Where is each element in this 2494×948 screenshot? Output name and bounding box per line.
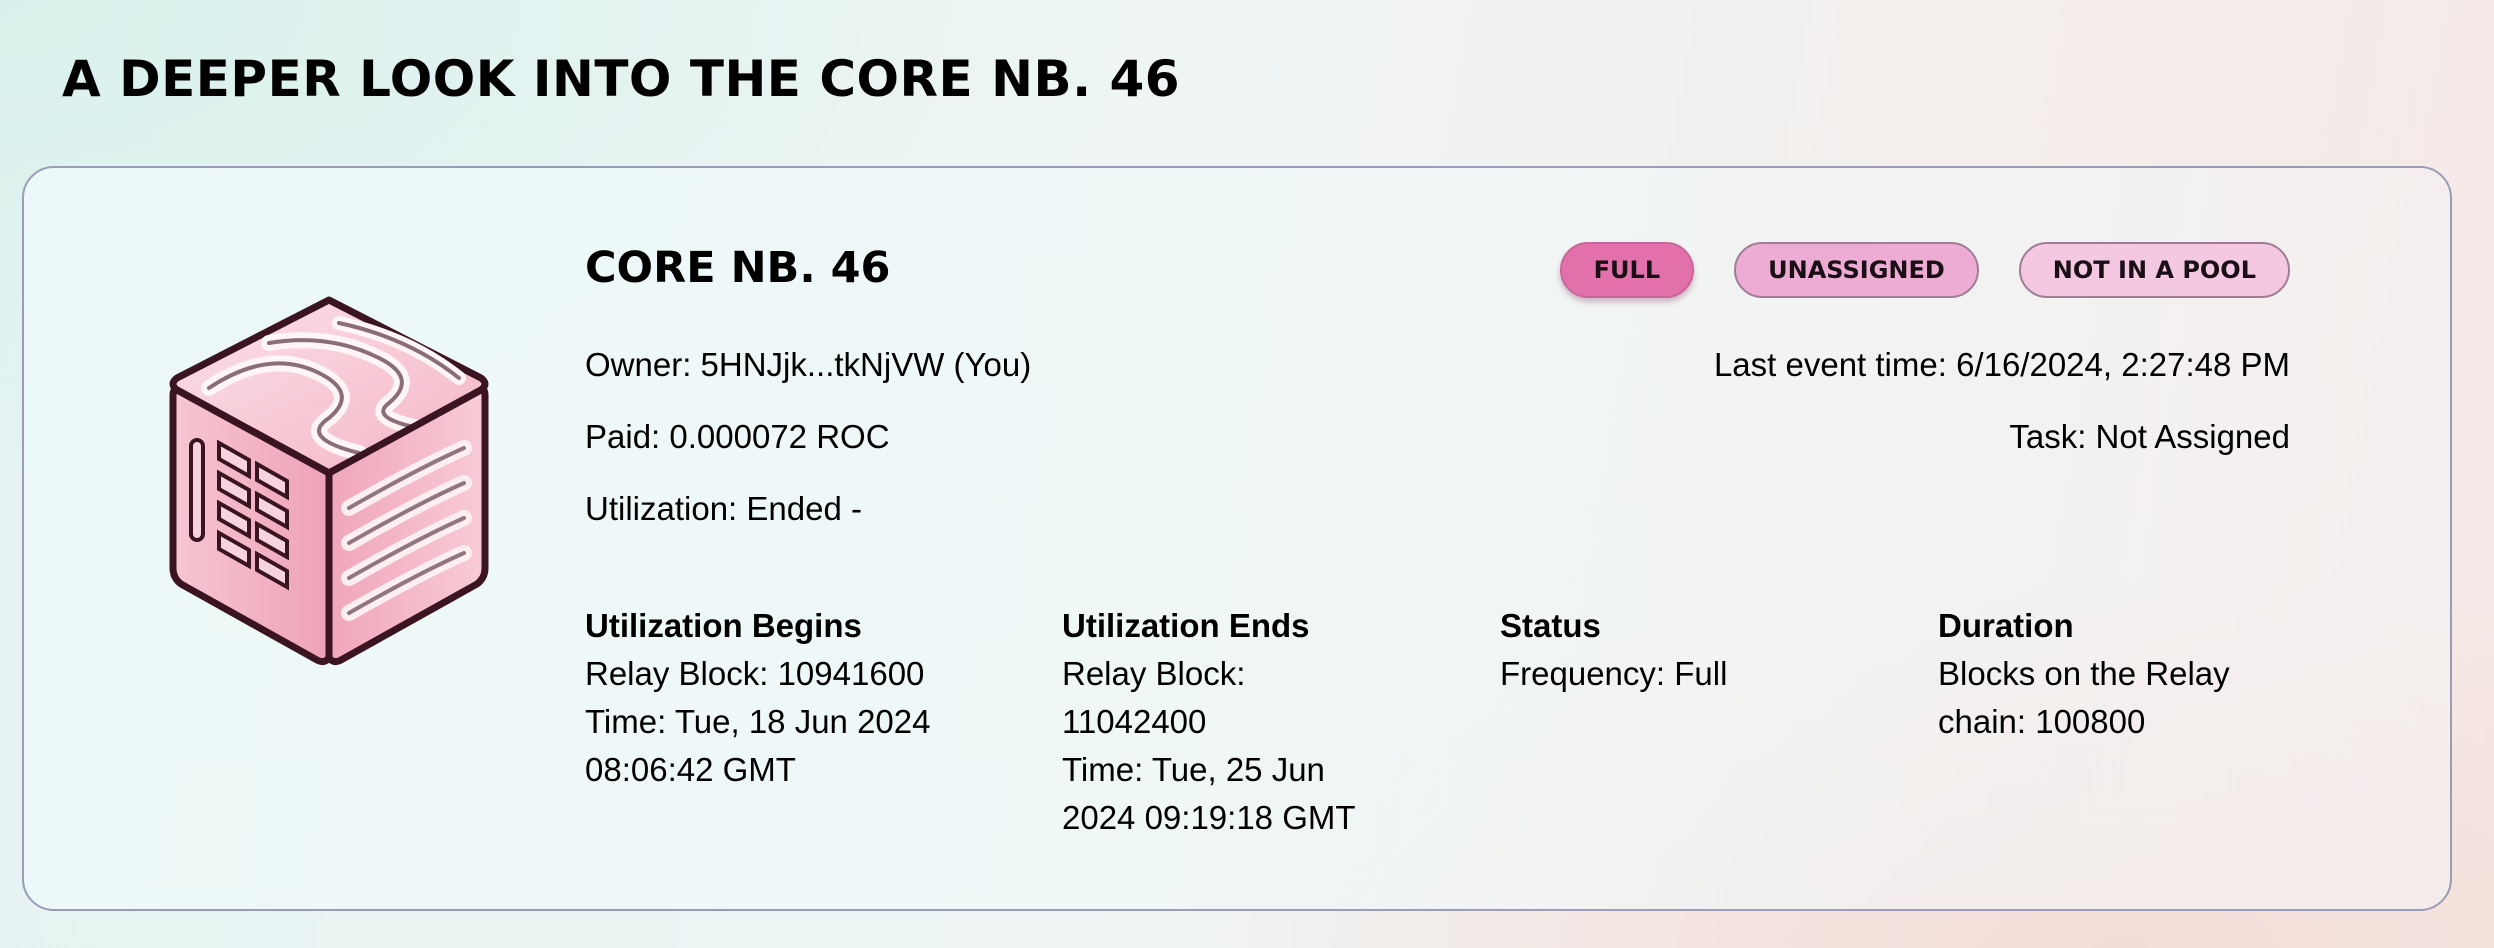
not-in-pool-badge: NOT IN A POOL	[2018, 242, 2290, 298]
duration-heading: Duration	[1938, 607, 2074, 644]
status-heading: Status	[1500, 607, 1601, 644]
ends-time-line-2: 2024 09:19:18 GMT	[1062, 799, 1356, 836]
utilization-text: Utilization: Ended -	[585, 490, 862, 527]
badge-group: FULL UNASSIGNED NOT IN A POOL	[1559, 242, 2290, 298]
full-badge: FULL	[1559, 242, 1695, 298]
core-card: CORE NB. 46 FULL UNASSIGNED NOT IN A POO…	[22, 166, 2452, 911]
ends-time-line-1: Time: Tue, 25 Jun	[1062, 751, 1325, 788]
task-text: Task: Not Assigned	[2009, 418, 2290, 455]
unassigned-badge: UNASSIGNED	[1734, 242, 1979, 298]
paid-text: Paid: 0.000072 ROC	[585, 418, 890, 455]
begins-relay-block: Relay Block: 10941600	[585, 655, 925, 692]
core-title: CORE NB. 46	[585, 243, 891, 293]
last-event-time: Last event time: 6/16/2024, 2:27:48 PM	[1713, 346, 2290, 383]
utilization-begins-section: Utilization Begins Relay Block: 10941600…	[585, 602, 1005, 794]
begins-time-line-1: Time: Tue, 18 Jun 2024	[585, 703, 931, 740]
status-frequency: Frequency: Full	[1500, 655, 1728, 692]
ends-relay-block-label: Relay Block:	[1062, 655, 1246, 692]
utilization-begins-heading: Utilization Begins	[585, 607, 862, 644]
utilization-ends-section: Utilization Ends Relay Block: 11042400 T…	[1062, 602, 1462, 842]
page-title: A DEEPER LOOK INTO THE CORE NB. 46	[62, 50, 1181, 108]
status-section: Status Frequency: Full	[1500, 602, 1900, 698]
duration-line-1: Blocks on the Relay	[1938, 655, 2230, 692]
duration-section: Duration Blocks on the Relay chain: 1008…	[1938, 602, 2338, 746]
ends-relay-block-value: 11042400	[1062, 703, 1207, 740]
owner-text: Owner: 5HNJjk...tkNjVW (You)	[585, 346, 1032, 383]
duration-line-2: chain: 100800	[1938, 703, 2146, 740]
utilization-ends-heading: Utilization Ends	[1062, 607, 1310, 644]
core-cube-icon	[169, 296, 489, 666]
begins-time-line-2: 08:06:42 GMT	[585, 751, 796, 788]
